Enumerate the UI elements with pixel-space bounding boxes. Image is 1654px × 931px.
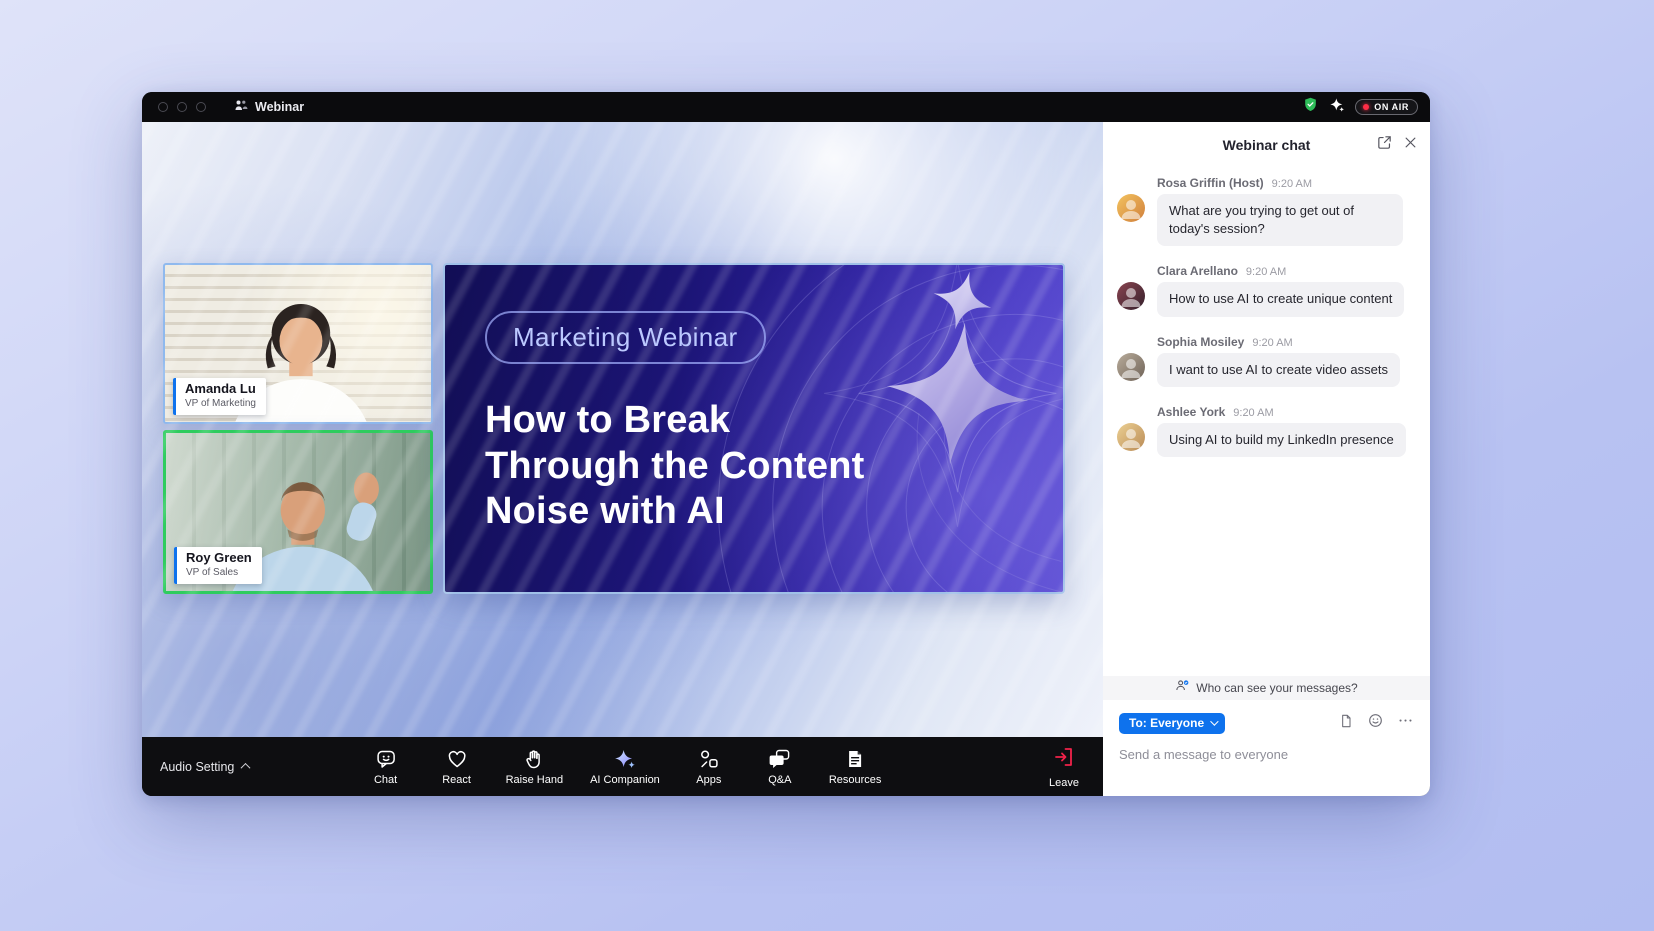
leave-button[interactable]: Leave	[1049, 745, 1079, 789]
maximize-window-button[interactable]	[196, 102, 206, 112]
chat-composer-area: To: Everyone	[1103, 700, 1430, 796]
participant-name: Roy Green	[186, 551, 252, 566]
popout-chat-icon[interactable]	[1376, 134, 1393, 156]
participant-role: VP of Marketing	[185, 398, 256, 410]
chat-message: Clara Arellano 9:20 AM How to use AI to …	[1117, 264, 1414, 316]
webinar-app-icon	[234, 98, 248, 117]
slide-title: How to Break Through the Content Noise w…	[485, 398, 865, 535]
video-stage: Amanda Lu VP of Marketing	[142, 122, 1103, 737]
message-author: Ashlee York	[1157, 405, 1225, 419]
audio-setting-label: Audio Setting	[160, 760, 234, 774]
message-author: Sophia Mosiley	[1157, 335, 1244, 349]
titlebar: Webinar ON AIR	[142, 92, 1430, 122]
message-bubble: What are you trying to get out of today'…	[1157, 194, 1403, 246]
chat-message: Rosa Griffin (Host) 9:20 AM What are you…	[1117, 176, 1414, 246]
chat-button[interactable]: Chat	[364, 747, 408, 786]
name-tag-amanda: Amanda Lu VP of Marketing	[173, 378, 266, 415]
message-time: 9:20 AM	[1252, 337, 1292, 349]
message-bubble: I want to use AI to create video assets	[1157, 353, 1400, 387]
resources-button[interactable]: Resources	[829, 747, 882, 786]
apps-button[interactable]: Apps	[687, 747, 731, 786]
ai-companion-button[interactable]: AI Companion	[590, 747, 660, 786]
chat-message: Sophia Mosiley 9:20 AM I want to use AI …	[1117, 335, 1414, 387]
visibility-people-icon	[1175, 678, 1190, 698]
leave-door-icon	[1052, 745, 1076, 774]
apps-button-label: Apps	[696, 774, 721, 786]
apps-icon	[697, 747, 721, 771]
heart-icon	[445, 747, 469, 771]
raise-hand-icon	[522, 747, 546, 771]
meeting-toolbar: Audio Setting	[142, 737, 1103, 796]
slide-badge: Marketing Webinar	[485, 311, 766, 364]
shared-slide: Marketing Webinar How to Break Through t…	[443, 263, 1065, 594]
message-time: 9:20 AM	[1272, 178, 1312, 190]
qa-button[interactable]: Q&A	[758, 747, 802, 786]
avatar	[1117, 282, 1145, 310]
window-title: Webinar	[255, 100, 304, 114]
chat-message-list[interactable]: Rosa Griffin (Host) 9:20 AM What are you…	[1103, 168, 1430, 676]
message-author: Clara Arellano	[1157, 264, 1238, 278]
chat-button-label: Chat	[374, 774, 397, 786]
on-air-dot	[1363, 104, 1369, 110]
avatar	[1117, 194, 1145, 222]
close-window-button[interactable]	[158, 102, 168, 112]
on-air-label: ON AIR	[1374, 102, 1409, 112]
message-author: Rosa Griffin (Host)	[1157, 176, 1264, 190]
chevron-down-icon	[1210, 717, 1218, 725]
qa-button-label: Q&A	[768, 774, 791, 786]
webinar-chat-panel: Webinar chat	[1103, 122, 1430, 796]
react-button-label: React	[442, 774, 471, 786]
minimize-window-button[interactable]	[177, 102, 187, 112]
ai-companion-titlebar-icon[interactable]	[1329, 97, 1345, 118]
chat-header: Webinar chat	[1103, 122, 1430, 168]
video-tile-roy[interactable]: Roy Green VP of Sales	[163, 430, 433, 594]
react-button[interactable]: React	[435, 747, 479, 786]
security-shield-icon[interactable]	[1302, 96, 1319, 118]
recipient-label: To: Everyone	[1129, 716, 1204, 730]
ai-sparkle-icon	[613, 747, 637, 771]
avatar	[1117, 353, 1145, 381]
chat-bubble-icon	[374, 747, 398, 771]
message-time: 9:20 AM	[1233, 407, 1273, 419]
webinar-window: Webinar ON AIR	[142, 92, 1430, 796]
message-bubble: Using AI to build my LinkedIn presence	[1157, 423, 1406, 457]
chat-privacy-bar[interactable]: Who can see your messages?	[1103, 676, 1430, 700]
leave-button-label: Leave	[1049, 777, 1079, 789]
privacy-note: Who can see your messages?	[1196, 681, 1357, 695]
document-icon	[843, 747, 867, 771]
chevron-up-icon	[241, 763, 251, 773]
resources-button-label: Resources	[829, 774, 882, 786]
window-controls	[158, 102, 206, 112]
emoji-icon[interactable]	[1367, 712, 1384, 734]
attach-file-icon[interactable]	[1338, 713, 1354, 734]
raise-hand-button-label: Raise Hand	[506, 774, 563, 786]
recipient-selector[interactable]: To: Everyone	[1119, 713, 1225, 734]
message-bubble: How to use AI to create unique content	[1157, 282, 1404, 316]
chat-title: Webinar chat	[1223, 137, 1311, 153]
participant-role: VP of Sales	[186, 567, 252, 579]
participant-name: Amanda Lu	[185, 382, 256, 397]
chat-message-input[interactable]: Send a message to everyone	[1119, 747, 1414, 762]
video-tile-amanda[interactable]: Amanda Lu VP of Marketing	[163, 263, 433, 424]
avatar	[1117, 423, 1145, 451]
chat-message: Ashlee York 9:20 AM Using AI to build my…	[1117, 405, 1414, 457]
message-time: 9:20 AM	[1246, 266, 1286, 278]
audio-setting-button[interactable]: Audio Setting	[160, 760, 249, 774]
on-air-badge: ON AIR	[1355, 99, 1418, 115]
name-tag-roy: Roy Green VP of Sales	[174, 547, 262, 584]
raise-hand-button[interactable]: Raise Hand	[506, 747, 563, 786]
close-chat-icon[interactable]	[1403, 135, 1418, 155]
qa-bubbles-icon	[768, 747, 792, 771]
ai-companion-button-label: AI Companion	[590, 774, 660, 786]
more-options-icon[interactable]	[1397, 712, 1414, 734]
